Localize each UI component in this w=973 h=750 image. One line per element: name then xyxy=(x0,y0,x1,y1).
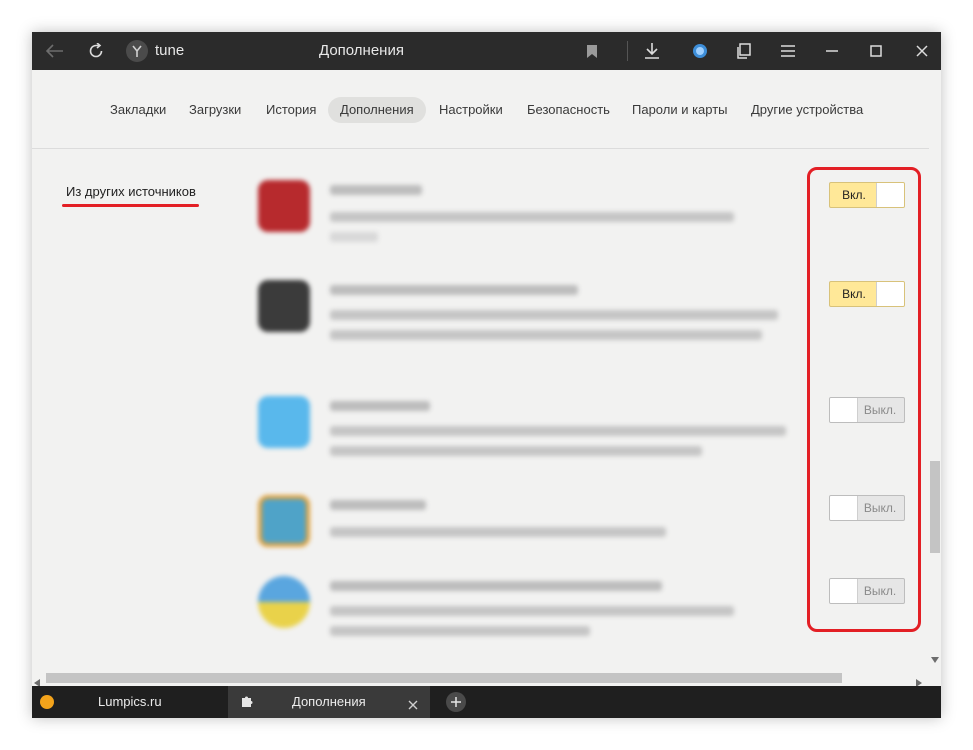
menu-icon[interactable] xyxy=(776,32,800,70)
puzzle-icon xyxy=(240,695,254,714)
extension-item xyxy=(258,388,788,468)
new-tab-plus-icon[interactable] xyxy=(446,692,466,712)
browser-window: tune Дополнения Закладки Загрузки Истори… xyxy=(32,32,941,718)
minimize-icon[interactable] xyxy=(820,32,844,70)
page-title: Дополнения xyxy=(319,42,404,59)
tab-bar: Lumpics.ru Дополнения xyxy=(32,686,941,718)
extension-icon xyxy=(258,396,310,448)
settings-nav: Закладки Загрузки История Дополнения Нас… xyxy=(32,70,941,148)
tab-extensions[interactable]: Дополнения xyxy=(228,686,430,718)
tab-close-icon[interactable] xyxy=(408,697,418,715)
extension-icon xyxy=(258,495,310,547)
horizontal-scrollbar[interactable] xyxy=(32,670,929,687)
yandex-logo-icon xyxy=(126,40,148,62)
extension-icon xyxy=(258,280,310,332)
scroll-down-arrow-icon[interactable] xyxy=(931,650,939,668)
extension-item xyxy=(258,272,788,352)
nav-item-passwords[interactable]: Пароли и карты xyxy=(620,97,740,123)
horizontal-scrollbar-thumb[interactable] xyxy=(46,673,842,683)
extension-icon xyxy=(258,180,310,232)
extension-icon xyxy=(258,576,310,628)
extension-item xyxy=(258,172,788,252)
toolbar-divider xyxy=(626,32,628,70)
alice-icon[interactable] xyxy=(688,32,712,70)
nav-item-history[interactable]: История xyxy=(254,97,328,123)
nav-item-security[interactable]: Безопасность xyxy=(515,97,622,123)
collections-icon[interactable] xyxy=(732,32,756,70)
highlight-underline xyxy=(62,204,199,207)
nav-divider xyxy=(32,148,929,149)
title-bar: tune Дополнения xyxy=(32,32,941,70)
nav-item-downloads[interactable]: Загрузки xyxy=(177,97,253,123)
vertical-scrollbar-thumb[interactable] xyxy=(930,461,940,553)
tab-label: Lumpics.ru xyxy=(98,694,162,709)
maximize-icon[interactable] xyxy=(864,32,888,70)
nav-item-settings[interactable]: Настройки xyxy=(427,97,515,123)
vertical-scrollbar[interactable] xyxy=(929,70,941,670)
bookmark-icon[interactable] xyxy=(581,32,603,70)
downloads-icon[interactable] xyxy=(640,32,664,70)
address-bar-text[interactable]: tune xyxy=(155,32,184,70)
reload-icon[interactable] xyxy=(82,32,110,70)
tab-lumpics[interactable]: Lumpics.ru xyxy=(32,686,228,718)
nav-item-other-devices[interactable]: Другие устройства xyxy=(739,97,875,123)
section-label: Из других источников xyxy=(66,184,196,199)
nav-item-bookmarks[interactable]: Закладки xyxy=(98,97,178,123)
back-arrow-icon[interactable] xyxy=(40,32,70,70)
highlight-box xyxy=(807,167,921,632)
nav-item-extensions[interactable]: Дополнения xyxy=(328,97,426,123)
close-icon[interactable] xyxy=(910,32,934,70)
extension-item xyxy=(258,568,788,648)
tab-label: Дополнения xyxy=(292,694,366,709)
extension-item xyxy=(258,487,788,567)
orange-dot-icon xyxy=(40,695,54,709)
